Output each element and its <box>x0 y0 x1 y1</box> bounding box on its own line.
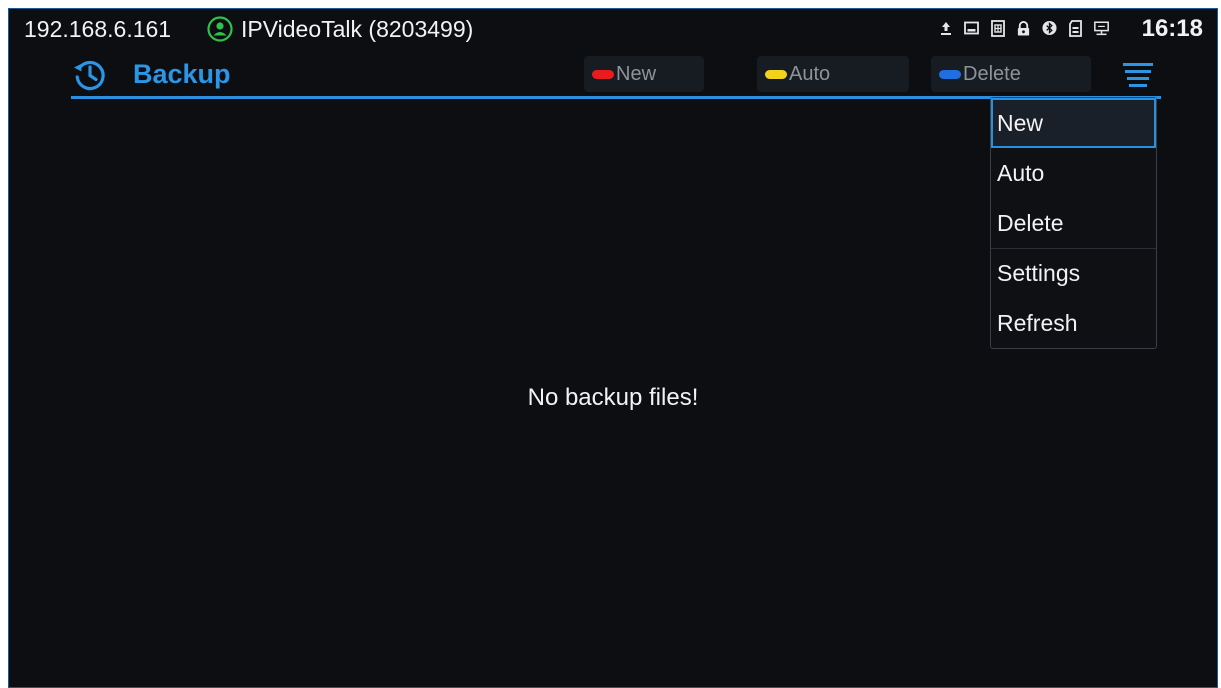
status-bar: 192.168.6.161 IPVideoTalk (8203499) 16:1… <box>9 9 1217 49</box>
softkey-new[interactable]: New <box>584 56 704 92</box>
sim-icon <box>990 19 1005 37</box>
account-status-icon <box>207 16 233 42</box>
clock: 16:18 <box>1141 15 1203 42</box>
softkey-delete[interactable]: Delete <box>931 56 1091 92</box>
account-name: IPVideoTalk (8203499) <box>241 15 474 42</box>
device-screen: 192.168.6.161 IPVideoTalk (8203499) 16:1… <box>8 8 1218 688</box>
menu-item-label: Settings <box>997 259 1081 286</box>
ip-address: 192.168.6.161 <box>24 16 172 42</box>
menu-item-label: Delete <box>997 209 1064 236</box>
menu-icon <box>1123 63 1153 87</box>
softkey-label: Auto <box>789 62 831 85</box>
yellow-key-indicator <box>765 69 787 79</box>
account-indicator: IPVideoTalk (8203499) <box>207 14 473 44</box>
screen-icon <box>964 19 979 37</box>
menu-item-refresh[interactable]: Refresh <box>991 298 1156 348</box>
lock-icon <box>1016 19 1031 37</box>
menu-item-label: Auto <box>997 159 1045 186</box>
upload-icon <box>938 19 953 37</box>
status-icons <box>938 19 1109 37</box>
menu-item-new[interactable]: New <box>991 98 1156 148</box>
menu-item-settings[interactable]: Settings <box>991 248 1156 298</box>
history-icon <box>71 56 109 94</box>
softkey-label: Delete <box>963 62 1021 85</box>
red-key-indicator <box>592 69 614 79</box>
softkey-auto[interactable]: Auto <box>757 56 909 92</box>
blue-key-indicator <box>939 69 961 79</box>
empty-state-message: No backup files! <box>527 384 699 411</box>
menu-item-delete[interactable]: Delete <box>991 198 1156 248</box>
menu-item-label: New <box>997 109 1044 136</box>
network-monitor-icon <box>1094 19 1109 37</box>
menu-item-label: Refresh <box>997 309 1078 336</box>
menu-item-auto[interactable]: Auto <box>991 148 1156 198</box>
options-menu: New Auto Delete Settings Refresh <box>990 97 1157 349</box>
sd-card-icon <box>1068 19 1083 37</box>
softkey-label: New <box>616 62 657 85</box>
page-title: Backup <box>133 59 231 89</box>
menu-button[interactable] <box>1121 61 1155 91</box>
bluetooth-icon <box>1042 19 1057 37</box>
